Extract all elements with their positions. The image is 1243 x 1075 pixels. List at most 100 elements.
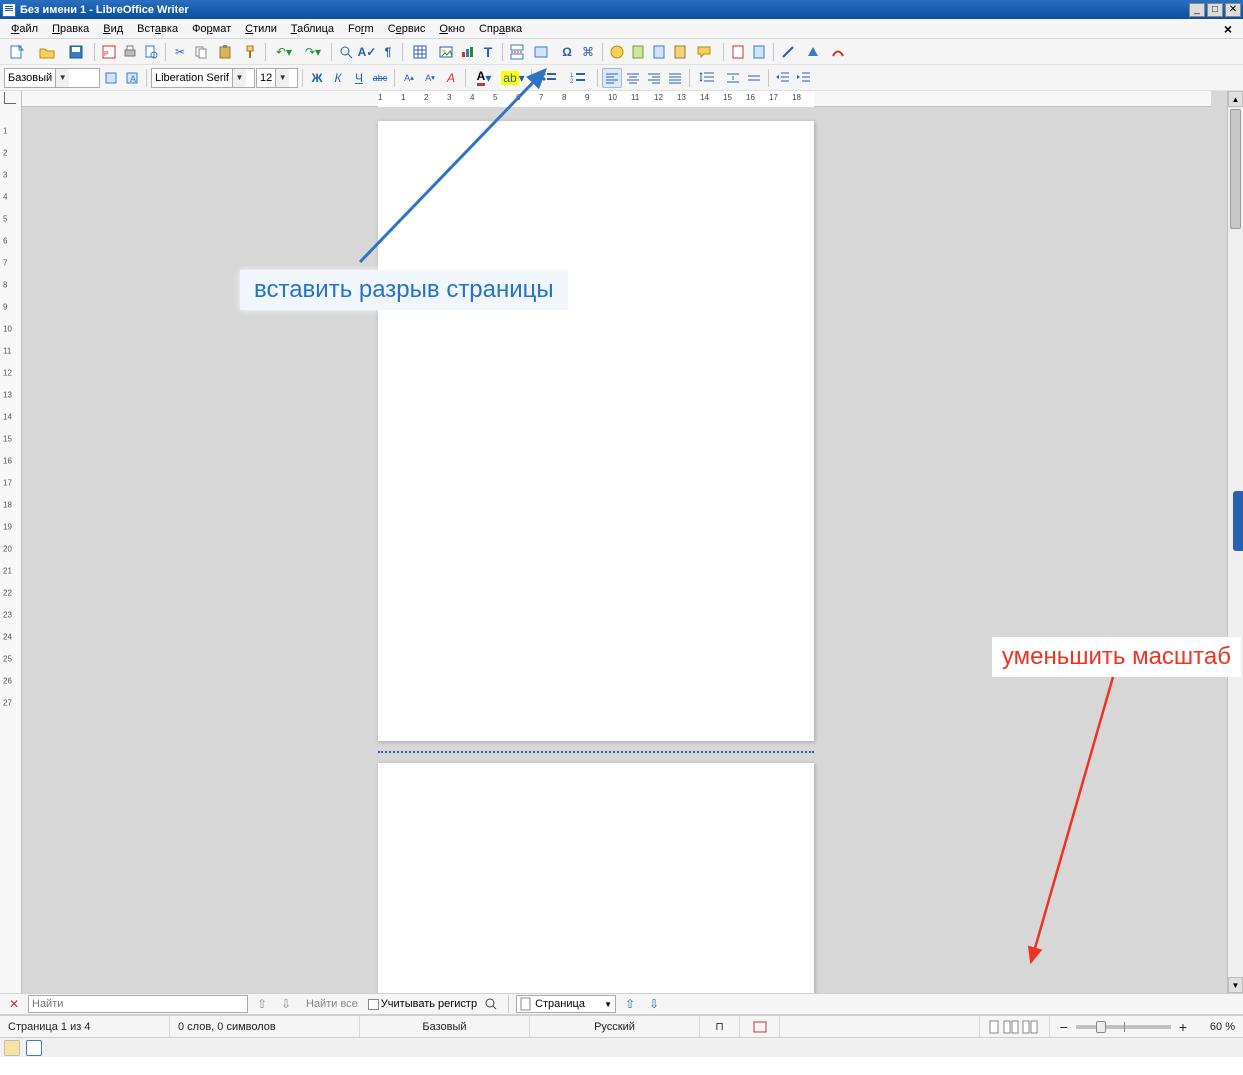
find-all-button[interactable]: Найти все	[300, 998, 364, 1010]
status-insert-mode[interactable]: ⊓	[700, 1016, 740, 1037]
zoom-percent[interactable]: 60 %	[1197, 1016, 1243, 1037]
formatting-marks-button[interactable]: ¶	[378, 42, 398, 62]
menu-insert[interactable]: Вставка	[130, 21, 185, 37]
nav-next-button[interactable]: ⇩	[644, 994, 664, 1014]
find-input[interactable]	[28, 995, 248, 1013]
taskbar-folder-icon[interactable]	[4, 1040, 20, 1056]
font-size-select[interactable]: 12 ▼	[256, 68, 298, 88]
insert-chart-button[interactable]	[457, 42, 477, 62]
maximize-button[interactable]: □	[1207, 3, 1223, 17]
document-area[interactable]: 1123456789101112131415161718	[22, 91, 1227, 993]
increase-spacing-button[interactable]	[723, 68, 743, 88]
zoom-in-button[interactable]: +	[1177, 1019, 1189, 1035]
preview-button[interactable]	[141, 42, 161, 62]
navigate-by-select[interactable]: Страница ▼	[516, 995, 616, 1013]
find-next-button[interactable]: ⇩	[276, 994, 296, 1014]
close-doc-button[interactable]: ×	[1217, 19, 1239, 39]
menu-tools[interactable]: Сервис	[381, 21, 433, 37]
insert-footnote-button[interactable]	[607, 42, 627, 62]
font-color-button[interactable]: A▾	[470, 68, 498, 88]
zoom-out-button[interactable]: −	[1058, 1019, 1070, 1035]
superscript-button[interactable]: A▴	[399, 68, 419, 88]
align-left-button[interactable]	[602, 68, 622, 88]
highlight-button[interactable]: ab▾	[499, 68, 527, 88]
insert-cross-ref-button[interactable]	[670, 42, 690, 62]
scroll-down-button[interactable]: ▼	[1228, 977, 1243, 993]
menu-window[interactable]: Окно	[432, 21, 472, 37]
clone-format-button[interactable]	[241, 42, 261, 62]
menu-format[interactable]: Формат	[185, 21, 238, 37]
show-changes-button[interactable]	[749, 42, 769, 62]
match-case-checkbox[interactable]: Учитывать регистр	[368, 998, 477, 1010]
number-list-button[interactable]: 12	[565, 68, 593, 88]
new-button[interactable]	[4, 42, 32, 62]
page-1[interactable]	[378, 121, 814, 741]
findbar-close-button[interactable]: ✕	[4, 994, 24, 1014]
align-center-button[interactable]	[623, 68, 643, 88]
view-layout-buttons[interactable]	[980, 1016, 1050, 1037]
update-style-button[interactable]	[101, 68, 121, 88]
menu-edit[interactable]: Правка	[45, 21, 96, 37]
basic-shapes-button[interactable]	[799, 42, 827, 62]
new-style-button[interactable]: A	[122, 68, 142, 88]
increase-indent-button[interactable]	[773, 68, 793, 88]
insert-comment-button[interactable]	[691, 42, 719, 62]
clear-format-button[interactable]: A	[441, 68, 461, 88]
insert-page-break-button[interactable]	[507, 42, 527, 62]
insert-table-button[interactable]	[407, 42, 435, 62]
page-2[interactable]	[378, 763, 814, 993]
single-page-icon[interactable]	[988, 1020, 1000, 1034]
status-style[interactable]: Базовый	[360, 1016, 530, 1037]
insert-image-button[interactable]	[436, 42, 456, 62]
redo-button[interactable]: ↷▾	[299, 42, 327, 62]
sidebar-handle[interactable]	[1233, 491, 1243, 551]
scroll-thumb[interactable]	[1230, 109, 1241, 229]
insert-endnote-button[interactable]	[628, 42, 648, 62]
menu-help[interactable]: Справка	[472, 21, 529, 37]
align-justify-button[interactable]	[665, 68, 685, 88]
menu-table[interactable]: Таблица	[284, 21, 341, 37]
insert-textbox-button[interactable]: T	[478, 42, 498, 62]
show-draw-button[interactable]	[828, 42, 848, 62]
undo-button[interactable]: ↶▾	[270, 42, 298, 62]
find-replace-button[interactable]	[336, 42, 356, 62]
align-right-button[interactable]	[644, 68, 664, 88]
book-view-icon[interactable]	[1022, 1020, 1038, 1034]
subscript-button[interactable]: A▾	[420, 68, 440, 88]
bold-button[interactable]: Ж	[307, 68, 327, 88]
menu-form[interactable]: Form	[341, 21, 381, 37]
status-words[interactable]: 0 слов, 0 символов	[170, 1016, 360, 1037]
line-button[interactable]	[778, 42, 798, 62]
export-pdf-button[interactable]: P	[99, 42, 119, 62]
nav-prev-button[interactable]: ⇧	[620, 994, 640, 1014]
multi-page-icon[interactable]	[1003, 1020, 1019, 1034]
line-spacing-button[interactable]	[694, 68, 722, 88]
status-language[interactable]: Русский	[530, 1016, 700, 1037]
strikethrough-button[interactable]: abc	[370, 68, 390, 88]
close-window-button[interactable]: ✕	[1225, 3, 1241, 17]
taskbar-doc-icon[interactable]	[26, 1040, 42, 1056]
insert-special-char-button[interactable]: Ω	[557, 42, 577, 62]
status-selection-mode[interactable]	[740, 1016, 780, 1037]
cut-button[interactable]: ✂	[170, 42, 190, 62]
italic-button[interactable]: К	[328, 68, 348, 88]
font-name-select[interactable]: Liberation Serif ▼	[151, 68, 255, 88]
bullet-list-button[interactable]	[536, 68, 564, 88]
track-changes-button[interactable]	[728, 42, 748, 62]
zoom-slider-knob[interactable]	[1096, 1021, 1106, 1033]
scroll-up-button[interactable]: ▲	[1228, 91, 1243, 107]
paragraph-style-select[interactable]: Базовый ▼	[4, 68, 100, 88]
underline-button[interactable]: Ч	[349, 68, 369, 88]
print-button[interactable]	[120, 42, 140, 62]
save-button[interactable]	[62, 42, 90, 62]
open-button[interactable]	[33, 42, 61, 62]
status-page[interactable]: Страница 1 из 4	[0, 1016, 170, 1037]
menu-styles[interactable]: Стили	[238, 21, 284, 37]
status-signature[interactable]	[780, 1016, 980, 1037]
zoom-slider[interactable]	[1076, 1025, 1171, 1029]
insert-hyperlink-button[interactable]: ⌘	[578, 42, 598, 62]
find-prev-button[interactable]: ⇧	[252, 994, 272, 1014]
decrease-spacing-button[interactable]	[744, 68, 764, 88]
minimize-button[interactable]: _	[1189, 3, 1205, 17]
decrease-indent-button[interactable]	[794, 68, 814, 88]
